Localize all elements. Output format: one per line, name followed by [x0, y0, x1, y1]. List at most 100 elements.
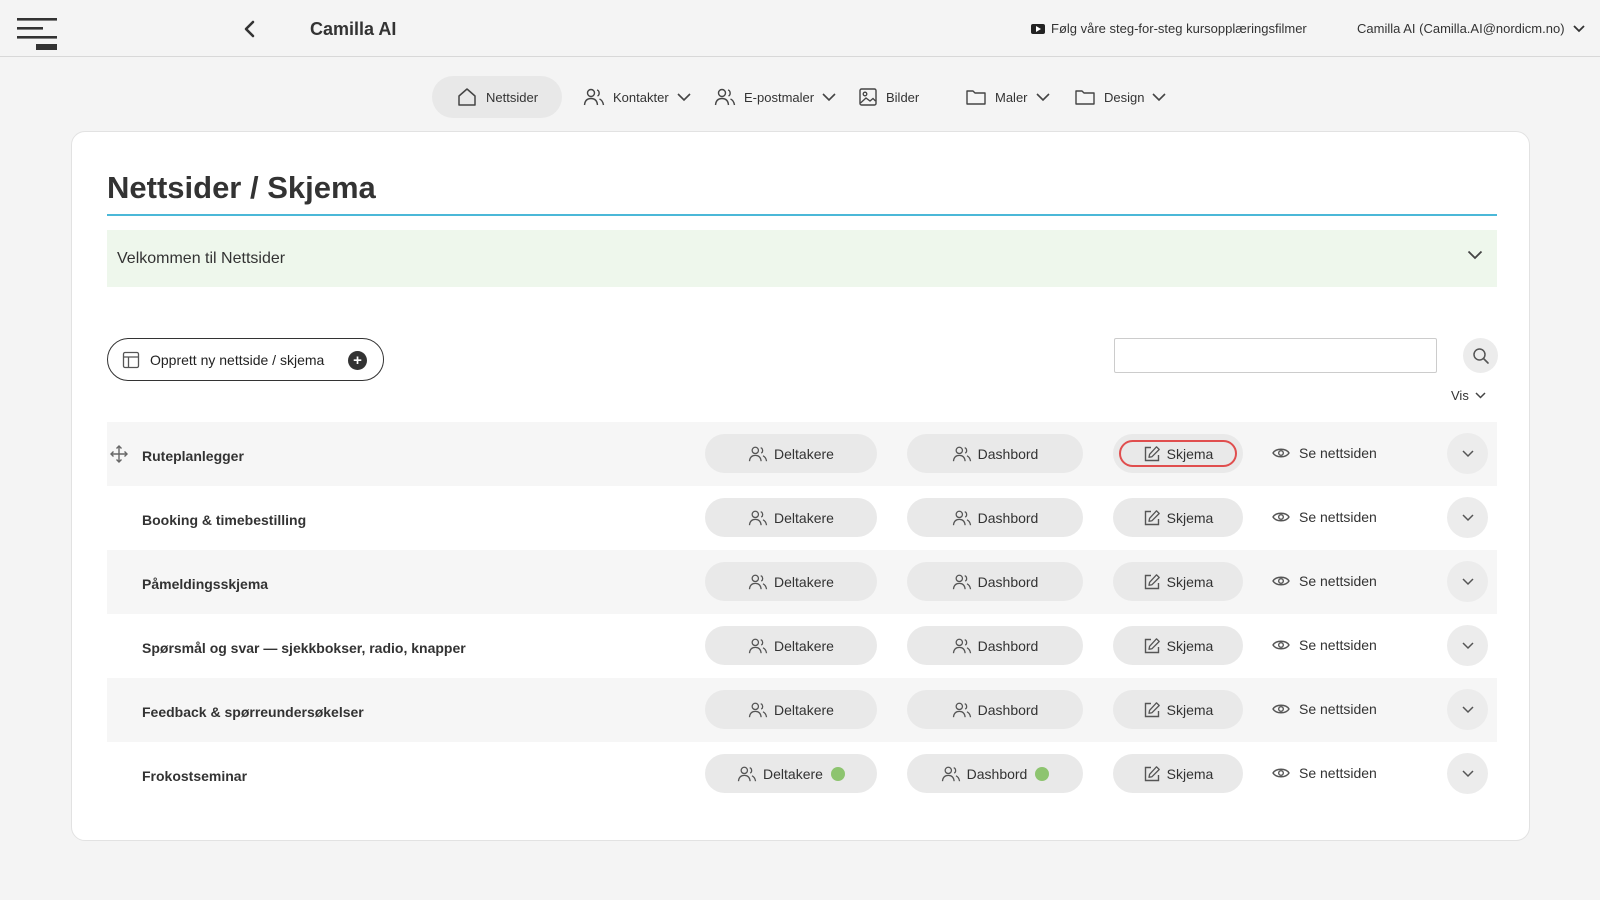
skjema-button[interactable]: Skjema: [1113, 562, 1243, 601]
search-button[interactable]: [1463, 338, 1498, 373]
dashbord-button[interactable]: Dashbord: [907, 498, 1083, 537]
page-name[interactable]: Booking & timebestilling: [142, 512, 306, 528]
page-name[interactable]: Påmeldingsskjema: [142, 576, 268, 592]
list-item: Booking & timebestilling Deltakere Dashb…: [107, 486, 1497, 550]
dashbord-button[interactable]: Dashbord: [907, 562, 1083, 601]
chevron-down-icon: [1035, 92, 1050, 101]
welcome-accordion[interactable]: Velkommen til Nettsider: [107, 230, 1497, 287]
row-expand-button[interactable]: [1447, 625, 1488, 666]
chevron-down-icon: [822, 92, 836, 101]
eye-icon: [1272, 704, 1290, 714]
nav-maler[interactable]: Maler: [965, 76, 1050, 118]
chevron-down-icon: [1467, 250, 1483, 260]
chevron-down-icon: [1475, 392, 1486, 399]
deltakere-label: Deltakere: [774, 637, 834, 654]
deltakere-button[interactable]: Deltakere: [705, 626, 877, 665]
chevron-down-icon: [1461, 577, 1474, 585]
folder-icon: [1075, 90, 1095, 105]
people-icon: [748, 702, 768, 717]
skjema-button[interactable]: Skjema: [1113, 690, 1243, 729]
edit-icon: [1144, 509, 1160, 525]
dashbord-button[interactable]: Dashbord: [907, 434, 1083, 473]
search-input[interactable]: [1114, 338, 1437, 373]
chevron-down-icon: [1461, 641, 1474, 649]
people-icon: [952, 446, 971, 461]
drag-handle-icon[interactable]: [110, 445, 128, 463]
people-icon: [941, 766, 960, 781]
dashbord-button[interactable]: Dashbord: [907, 626, 1083, 665]
nav-nettsider[interactable]: Nettsider: [432, 76, 563, 118]
dashbord-button[interactable]: Dashbord: [907, 754, 1083, 793]
nav-nettsider-label: Nettsider: [486, 89, 539, 105]
skjema-button[interactable]: Skjema: [1113, 754, 1243, 793]
nav-design-label: Design: [1104, 89, 1145, 105]
edit-icon: [1144, 765, 1160, 781]
chevron-down-icon: [1461, 705, 1474, 713]
eye-icon: [1272, 448, 1290, 458]
people-icon: [952, 638, 971, 653]
vis-label: Vis: [1451, 388, 1469, 403]
dashbord-label: Dashbord: [977, 701, 1039, 718]
chevron-down-icon: [1461, 449, 1474, 457]
folder-icon: [966, 90, 986, 105]
app-title: Camilla AI: [310, 19, 397, 39]
create-page-button[interactable]: Opprett ny nettside / skjema +: [107, 338, 384, 381]
user-name: Camilla AI (Camilla.AI@nordicm.no): [1357, 21, 1565, 36]
content-card: Nettsider / Skjema Velkommen til Nettsid…: [71, 131, 1530, 841]
create-page-label: Opprett ny nettside / skjema: [150, 351, 325, 368]
deltakere-button[interactable]: Deltakere: [705, 562, 877, 601]
list-item: Påmeldingsskjema Deltakere Dashbord Skje…: [107, 550, 1497, 614]
page-name[interactable]: Feedback & spørreundersøkelser: [142, 704, 364, 720]
skjema-label: Skjema: [1166, 445, 1214, 462]
view-page-link[interactable]: Se nettsiden: [1272, 637, 1377, 653]
vis-dropdown[interactable]: Vis: [1451, 388, 1486, 403]
list-item: Frokostseminar Deltakere Dashbord Skjema…: [107, 742, 1497, 806]
list-item: Feedback & spørreundersøkelser Deltakere…: [107, 678, 1497, 742]
menu-icon[interactable]: [16, 16, 58, 52]
skjema-button[interactable]: Skjema: [1113, 498, 1243, 537]
deltakere-label: Deltakere: [774, 445, 834, 462]
view-page-link[interactable]: Se nettsiden: [1272, 573, 1377, 589]
deltakere-button[interactable]: Deltakere: [705, 754, 877, 793]
main-nav: Nettsider Kontakter E-postmaler Bilder M…: [0, 76, 1600, 118]
nav-kontakter[interactable]: Kontakter: [583, 76, 691, 118]
row-expand-button[interactable]: [1447, 753, 1488, 794]
deltakere-button[interactable]: Deltakere: [705, 498, 877, 537]
page-name[interactable]: Spørsmål og svar — sjekkbokser, radio, k…: [142, 640, 466, 656]
row-expand-button[interactable]: [1447, 561, 1488, 602]
people-icon: [748, 574, 768, 589]
deltakere-label: Deltakere: [763, 765, 823, 782]
deltakere-label: Deltakere: [774, 509, 834, 526]
nav-bilder[interactable]: Bilder: [858, 76, 919, 118]
view-page-link[interactable]: Se nettsiden: [1272, 509, 1377, 525]
row-expand-button[interactable]: [1447, 689, 1488, 730]
tutorial-video-link[interactable]: Følg våre steg-for-steg kursopplæringsfi…: [1031, 21, 1307, 36]
view-page-link[interactable]: Se nettsiden: [1272, 445, 1377, 461]
nav-design[interactable]: Design: [1074, 76, 1167, 118]
top-bar: Camilla AI Følg våre steg-for-steg kurso…: [0, 0, 1600, 57]
deltakere-button[interactable]: Deltakere: [705, 434, 877, 473]
view-page-label: Se nettsiden: [1299, 509, 1377, 525]
dashbord-button[interactable]: Dashbord: [907, 690, 1083, 729]
nav-maler-label: Maler: [995, 89, 1028, 105]
user-menu[interactable]: Camilla AI (Camilla.AI@nordicm.no): [1357, 21, 1585, 36]
view-page-label: Se nettsiden: [1299, 445, 1377, 461]
row-expand-button[interactable]: [1447, 497, 1488, 538]
people-icon: [748, 446, 768, 461]
edit-icon: [1144, 573, 1160, 589]
people-icon: [748, 510, 768, 525]
nav-epostmaler[interactable]: E-postmaler: [714, 76, 836, 118]
skjema-label: Skjema: [1166, 765, 1214, 782]
skjema-button[interactable]: Skjema: [1113, 626, 1243, 665]
skjema-button[interactable]: Skjema: [1113, 434, 1243, 473]
dashbord-label: Dashbord: [977, 509, 1039, 526]
page-name[interactable]: Frokostseminar: [142, 768, 247, 784]
view-page-link[interactable]: Se nettsiden: [1272, 765, 1377, 781]
deltakere-button[interactable]: Deltakere: [705, 690, 877, 729]
row-expand-button[interactable]: [1447, 433, 1488, 474]
page-name[interactable]: Ruteplanlegger: [142, 448, 244, 464]
back-chevron-icon[interactable]: [240, 18, 260, 40]
view-page-link[interactable]: Se nettsiden: [1272, 701, 1377, 717]
deltakere-label: Deltakere: [774, 573, 834, 590]
people-icon: [952, 702, 971, 717]
